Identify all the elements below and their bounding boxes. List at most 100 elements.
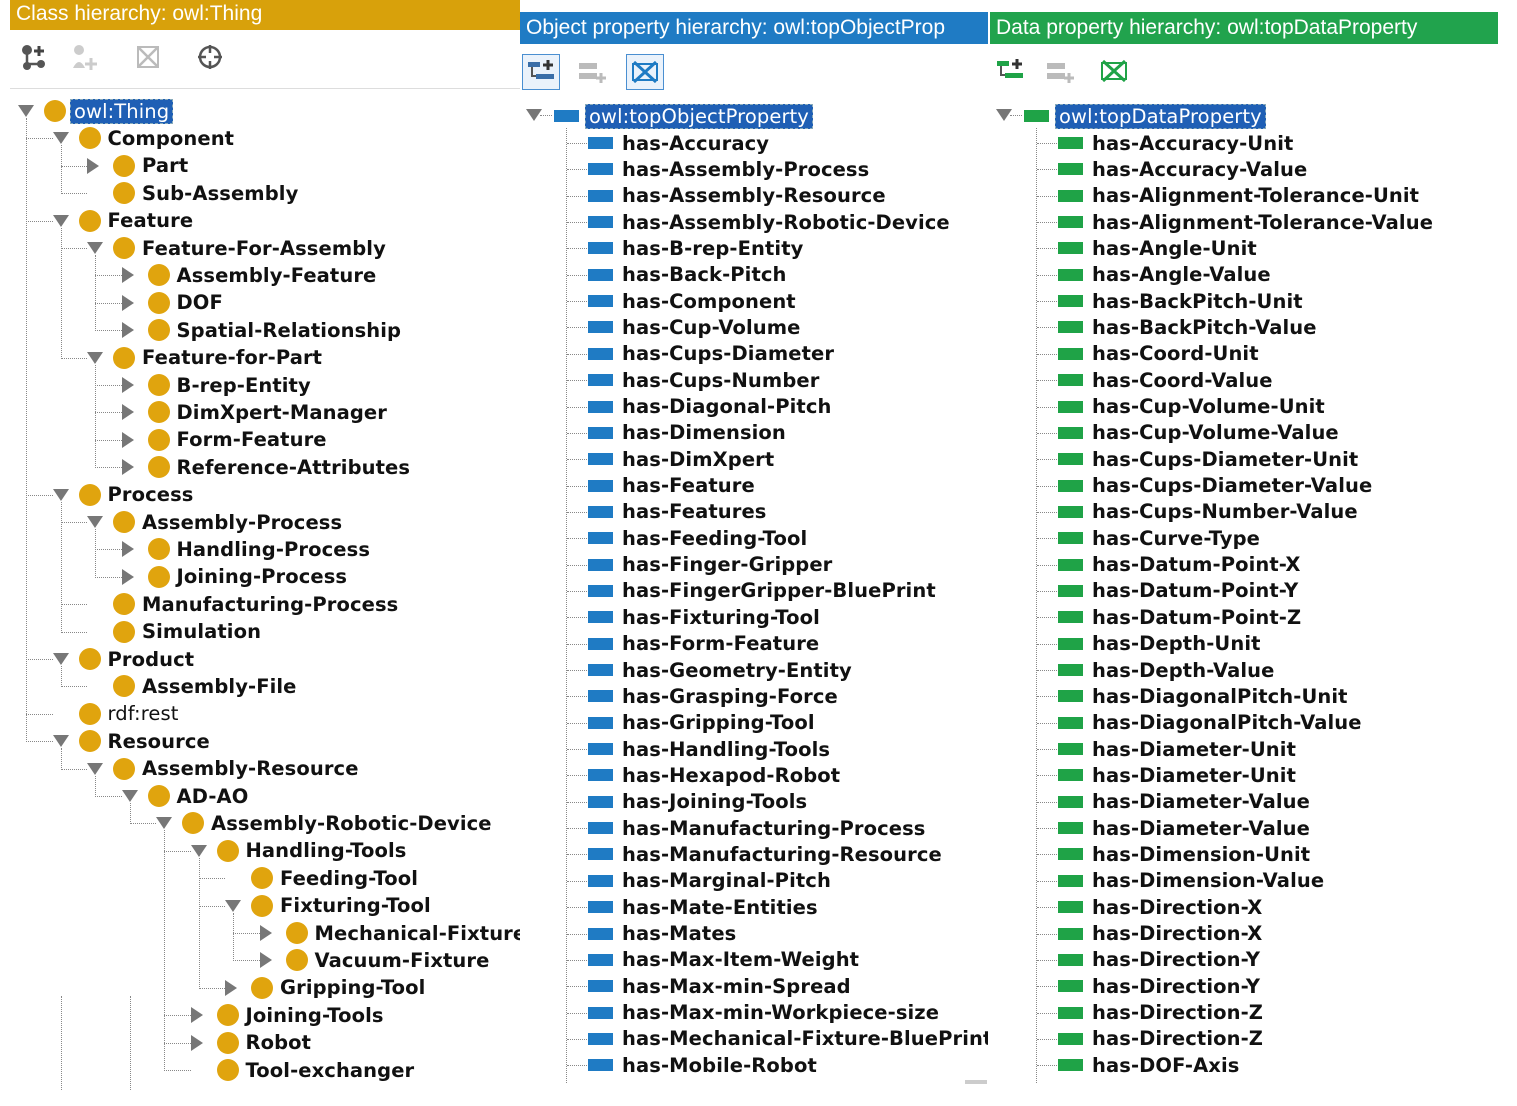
class-tree-item[interactable]: Joining-Process	[147, 564, 351, 590]
property-item[interactable]: has-DiagonalPitch-Unit	[1058, 683, 1351, 709]
property-item[interactable]: has-Dimension-Unit	[1058, 841, 1313, 867]
class-tree-item[interactable]: rdf:rest	[78, 701, 182, 727]
class-tree-item[interactable]: DimXpert-Manager	[147, 399, 390, 425]
class-tree-item[interactable]: Mechanical-Fixture	[285, 920, 522, 946]
property-item[interactable]: has-Cups-Diameter-Unit	[1058, 446, 1361, 472]
class-tree-item[interactable]: Process	[78, 482, 197, 508]
class-tree-item[interactable]: Feature-for-Part	[113, 345, 325, 371]
property-item[interactable]: has-Diameter-Value	[1058, 815, 1313, 841]
expand-toggle-icon[interactable]	[225, 979, 237, 996]
property-item[interactable]: has-Diameter-Unit	[1058, 762, 1299, 788]
property-item[interactable]: has-Gripping-Tool	[588, 710, 818, 736]
property-item[interactable]: has-Diagonal-Pitch	[588, 394, 834, 420]
expand-toggle-icon[interactable]	[121, 459, 134, 476]
property-item[interactable]: has-Max-Item-Weight	[588, 947, 862, 973]
property-item[interactable]: has-DimXpert	[588, 446, 777, 472]
property-item[interactable]: has-Cup-Volume-Unit	[1058, 394, 1328, 420]
add-sibling-property-icon[interactable]	[574, 54, 610, 88]
property-item[interactable]: has-Marginal-Pitch	[588, 868, 834, 894]
property-item[interactable]: has-Feature	[588, 473, 758, 499]
class-tree-item[interactable]: Product	[78, 646, 198, 672]
add-subproperty-icon[interactable]	[992, 54, 1028, 88]
collapse-toggle-icon[interactable]	[87, 242, 103, 254]
property-item[interactable]: has-Alignment-Tolerance-Value	[1058, 209, 1436, 235]
property-item[interactable]: has-Coord-Unit	[1058, 341, 1262, 367]
property-item[interactable]: has-B-rep-Entity	[588, 235, 806, 261]
property-item[interactable]: has-Dimension-Value	[1058, 868, 1327, 894]
property-item[interactable]: has-Hexapod-Robot	[588, 762, 843, 788]
collapse-toggle-icon[interactable]	[87, 351, 103, 364]
class-tree-item[interactable]: Feature-For-Assembly	[113, 235, 389, 261]
class-tree-item[interactable]: Handling-Process	[147, 536, 374, 562]
class-tree-item[interactable]: Form-Feature	[147, 427, 330, 453]
expand-toggle-icon[interactable]	[190, 1034, 203, 1051]
scrollbar-thumb[interactable]	[965, 1080, 987, 1084]
expand-toggle-icon[interactable]	[87, 157, 99, 174]
property-item[interactable]: has-Accuracy-Value	[1058, 156, 1310, 182]
class-tree-item[interactable]: Feature	[78, 208, 197, 234]
property-item[interactable]: has-Direction-Z	[1058, 1000, 1266, 1026]
property-item[interactable]: has-Mates	[588, 921, 739, 947]
property-item[interactable]: has-Angle-Unit	[1058, 235, 1260, 261]
class-tree-item[interactable]: Fixturing-Tool	[251, 893, 434, 919]
class-tree-item[interactable]: Reference-Attributes	[147, 454, 414, 480]
property-item[interactable]: has-Direction-X	[1058, 921, 1265, 947]
property-item[interactable]: has-Fixturing-Tool	[588, 604, 823, 630]
property-item[interactable]: has-Accuracy-Unit	[1058, 130, 1296, 156]
property-item[interactable]: has-Diameter-Value	[1058, 789, 1313, 815]
target-icon[interactable]	[192, 40, 228, 74]
add-sibling-property-icon[interactable]	[1042, 54, 1078, 88]
root-property[interactable]: owl:topObjectProperty	[554, 103, 813, 129]
property-item[interactable]: has-BackPitch-Value	[1058, 314, 1320, 340]
property-item[interactable]: has-Angle-Value	[1058, 262, 1274, 288]
collapse-toggle-icon[interactable]	[225, 899, 241, 912]
property-item[interactable]: has-Datum-Point-X	[1058, 552, 1304, 578]
property-item[interactable]: has-Cups-Number	[588, 367, 822, 393]
property-item[interactable]: has-Depth-Unit	[1058, 631, 1264, 657]
property-item[interactable]: has-Assembly-Resource	[588, 183, 889, 209]
property-item[interactable]: has-Cup-Volume	[588, 314, 804, 340]
property-item[interactable]: has-Form-Feature	[588, 631, 822, 657]
property-item[interactable]: has-DOF-Axis	[1058, 1052, 1242, 1078]
collapse-toggle-icon[interactable]	[52, 653, 69, 665]
class-tree-item[interactable]: AD-AO	[147, 783, 252, 809]
class-tree-item[interactable]: Manufacturing-Process	[113, 591, 401, 617]
property-item[interactable]: has-Manufacturing-Resource	[588, 841, 945, 867]
expand-toggle-icon[interactable]	[190, 1007, 203, 1024]
class-tree-item[interactable]: B-rep-Entity	[147, 372, 314, 398]
expand-toggle-icon[interactable]	[121, 568, 134, 585]
property-item[interactable]: has-Features	[588, 499, 770, 525]
property-item[interactable]: has-Direction-Y	[1058, 973, 1263, 999]
collapse-toggle-icon[interactable]	[52, 214, 69, 227]
property-item[interactable]: has-Alignment-Tolerance-Unit	[1058, 183, 1422, 209]
property-item[interactable]: has-Direction-X	[1058, 894, 1265, 920]
property-item[interactable]: has-Direction-Y	[1058, 947, 1263, 973]
class-tree-item[interactable]: Tool-exchanger	[216, 1057, 418, 1083]
class-tree-item[interactable]: Component	[78, 125, 238, 151]
expand-toggle-icon[interactable]	[121, 404, 134, 421]
property-item[interactable]: has-Mobile-Robot	[588, 1052, 820, 1078]
collapse-toggle-icon[interactable]	[52, 735, 69, 748]
property-item[interactable]: has-BackPitch-Unit	[1058, 288, 1306, 314]
class-tree-item[interactable]: Sub-Assembly	[113, 180, 301, 206]
root-property[interactable]: owl:topDataProperty	[1024, 103, 1266, 129]
delete-property-icon[interactable]	[1096, 54, 1132, 88]
expand-toggle-icon[interactable]	[121, 322, 134, 339]
collapse-toggle-icon[interactable]	[52, 132, 69, 145]
property-item[interactable]: has-Direction-Z	[1058, 1026, 1266, 1052]
collapse-toggle-icon[interactable]	[52, 488, 69, 501]
property-item[interactable]: has-Accuracy	[588, 130, 772, 156]
property-item[interactable]: has-Assembly-Robotic-Device	[588, 209, 953, 235]
property-item[interactable]: has-Cups-Number-Value	[1058, 499, 1361, 525]
class-tree-item[interactable]: Assembly-Feature	[147, 262, 380, 288]
collapse-toggle-icon[interactable]	[87, 762, 103, 775]
property-item[interactable]: has-Coord-Value	[1058, 367, 1276, 393]
property-item[interactable]: has-Datum-Point-Z	[1058, 604, 1304, 630]
property-item[interactable]: has-Max-min-Spread	[588, 973, 854, 999]
class-tree-item[interactable]: Handling-Tools	[216, 838, 410, 864]
collapse-toggle-icon[interactable]	[87, 516, 103, 528]
class-tree-item[interactable]: Assembly-Resource	[113, 756, 362, 782]
class-tree-item[interactable]: Vacuum-Fixture	[285, 947, 493, 973]
property-item[interactable]: has-Component	[588, 288, 799, 314]
property-item[interactable]: has-Dimension	[588, 420, 789, 446]
